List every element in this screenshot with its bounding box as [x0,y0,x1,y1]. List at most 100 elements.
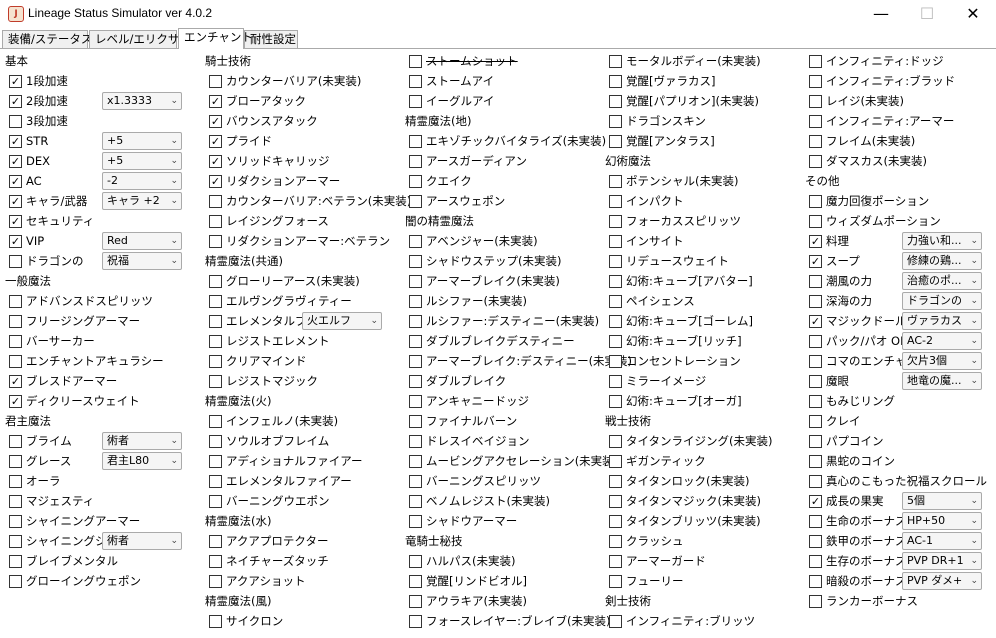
checkbox-unchecked[interactable] [409,555,422,568]
option-row[interactable]: ✓ 成長の果実 5個 ⌄ [802,491,994,511]
checkbox-unchecked[interactable] [609,255,622,268]
option-row[interactable]: グローリーアース(未実装) [202,271,397,291]
option-row[interactable]: カウンターバリア:ベテラン(未実装) [202,191,411,211]
option-row[interactable]: 鉄甲のボーナス AC-1 ⌄ [802,531,994,551]
checkbox-unchecked[interactable] [609,195,622,208]
checkbox-unchecked[interactable] [409,355,422,368]
checkbox-unchecked[interactable] [9,495,22,508]
option-dropdown[interactable]: 治癒のポ... ⌄ [902,272,982,290]
checkbox-unchecked[interactable] [809,475,822,488]
checkbox-checked[interactable]: ✓ [9,95,22,108]
option-row[interactable]: ギガンティック [602,451,800,471]
minimize-button[interactable]: — [858,0,904,28]
option-row[interactable]: ドラゴンスキン [602,111,800,131]
option-row[interactable]: タイタンライジング(未実装) [602,431,800,451]
checkbox-unchecked[interactable] [9,455,22,468]
option-row[interactable]: ✓ セキュリティ [2,211,197,231]
checkbox-unchecked[interactable] [609,615,622,628]
checkbox-unchecked[interactable] [809,515,822,528]
checkbox-unchecked[interactable] [409,495,422,508]
option-row[interactable]: インフィニティ:ドッジ [802,51,994,71]
checkbox-unchecked[interactable] [9,435,22,448]
option-row[interactable]: ダブルブレイクデスティニー [402,331,600,351]
option-row[interactable]: 幻術:キューブ[オーガ] [602,391,800,411]
option-dropdown[interactable]: 君主L80 ⌄ [102,452,182,470]
checkbox-unchecked[interactable] [809,375,822,388]
option-row[interactable]: グレース 君主L80 ⌄ [2,451,197,471]
checkbox-checked[interactable]: ✓ [209,175,222,188]
checkbox-checked[interactable]: ✓ [209,95,222,108]
checkbox-unchecked[interactable] [9,355,22,368]
option-row[interactable]: ✓ ディクリースウェイト [2,391,197,411]
checkbox-unchecked[interactable] [409,335,422,348]
option-row[interactable]: 3段加速 [2,111,197,131]
checkbox-unchecked[interactable] [809,215,822,228]
option-row[interactable]: ファイナルバーン [402,411,600,431]
option-row[interactable]: インフィニティ:ブリッツ [602,611,800,631]
option-dropdown[interactable]: Red ⌄ [102,232,182,250]
checkbox-unchecked[interactable] [809,435,822,448]
option-row[interactable]: ベノムレジスト(未実装) [402,491,600,511]
checkbox-unchecked[interactable] [9,515,22,528]
option-dropdown[interactable]: +5 ⌄ [102,152,182,170]
option-row[interactable]: コンセントレーション [602,351,800,371]
checkbox-unchecked[interactable] [209,535,222,548]
checkbox-unchecked[interactable] [409,195,422,208]
checkbox-unchecked[interactable] [609,275,622,288]
checkbox-unchecked[interactable] [9,335,22,348]
checkbox-unchecked[interactable] [409,155,422,168]
option-row[interactable]: アースガーディアン [402,151,600,171]
checkbox-unchecked[interactable] [209,615,222,628]
option-dropdown[interactable]: ヴァラカス ⌄ [902,312,982,330]
checkbox-unchecked[interactable] [609,355,622,368]
option-row[interactable]: ランカーボーナス [802,591,994,611]
option-row[interactable]: ストームアイ [402,71,600,91]
checkbox-checked[interactable]: ✓ [9,155,22,168]
option-row[interactable]: パプコイン [802,431,994,451]
checkbox-unchecked[interactable] [209,355,222,368]
option-row[interactable]: インフィニティ:ブラッド [802,71,994,91]
option-dropdown[interactable]: +5 ⌄ [102,132,182,150]
option-row[interactable]: ✓ 1段加速 [2,71,197,91]
tab-equipment-status[interactable]: 装備/ステータス [2,30,92,48]
option-row[interactable]: 覚醒[パプリオン](未実装) [602,91,800,111]
checkbox-unchecked[interactable] [609,315,622,328]
checkbox-unchecked[interactable] [9,555,22,568]
option-row[interactable]: タイタンマジック(未実装) [602,491,800,511]
option-row[interactable]: バーニングスピリッツ [402,471,600,491]
option-row[interactable]: エレメンタルプロ... 火エルフ ⌄ [202,311,397,331]
option-row[interactable]: ✓ バウンスアタック [202,111,397,131]
checkbox-unchecked[interactable] [609,555,622,568]
option-row[interactable]: エレメンタルファイアー [202,471,397,491]
option-row[interactable]: ✓ 料理 力強い和... ⌄ [802,231,994,251]
option-row[interactable]: クエイク [402,171,600,191]
checkbox-unchecked[interactable] [9,575,22,588]
option-row[interactable]: レイジングフォース [202,211,397,231]
option-row[interactable]: コマのエンチャ 欠片3個 ⌄ [802,351,994,371]
option-row[interactable]: ソウルオブフレイム [202,431,397,451]
option-row[interactable]: シャイニングシ... 術者 ⌄ [2,531,197,551]
option-row[interactable]: ✓ ブローアタック [202,91,397,111]
checkbox-unchecked[interactable] [809,575,822,588]
option-row[interactable]: インパクト [602,191,800,211]
option-row[interactable]: ✓ キャラ/武器 キャラ +2 ... ⌄ [2,191,197,211]
checkbox-unchecked[interactable] [609,215,622,228]
checkbox-unchecked[interactable] [809,335,822,348]
option-row[interactable]: レジストマジック [202,371,397,391]
checkbox-checked[interactable]: ✓ [809,315,822,328]
option-row[interactable]: アンキャニードッジ [402,391,600,411]
checkbox-checked[interactable]: ✓ [9,135,22,148]
option-row[interactable]: リダクションアーマー:ベテラン [202,231,397,251]
checkbox-unchecked[interactable] [409,575,422,588]
option-dropdown[interactable]: x1.3333 ⌄ [102,92,182,110]
option-row[interactable]: クレイ [802,411,994,431]
checkbox-checked[interactable]: ✓ [9,215,22,228]
option-row[interactable]: アーマーブレイク:デスティニー(未実装) [402,351,632,371]
option-row[interactable]: レジストエレメント [202,331,397,351]
option-row[interactable]: シャイニングアーマー [2,511,197,531]
checkbox-unchecked[interactable] [209,235,222,248]
checkbox-unchecked[interactable] [409,55,422,68]
checkbox-unchecked[interactable] [409,175,422,188]
checkbox-unchecked[interactable] [409,595,422,608]
option-row[interactable]: ✓ リダクションアーマー [202,171,397,191]
